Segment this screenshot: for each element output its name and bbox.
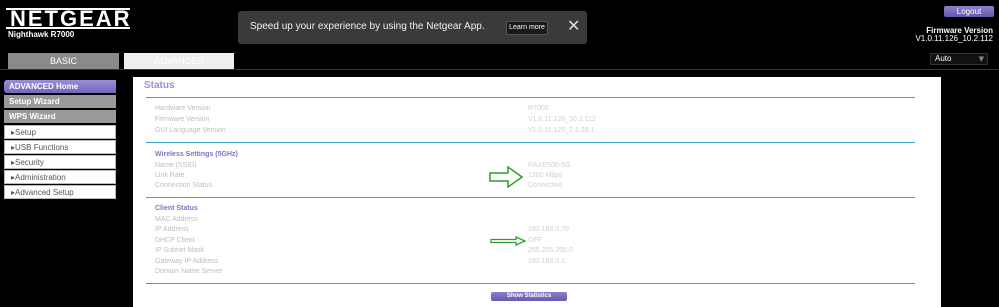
sidebar-item-label: USB Functions — [15, 143, 69, 152]
learn-more-button[interactable]: Learn more — [506, 21, 548, 35]
language-select-value: Auto — [935, 54, 952, 63]
ssid-value: RAXE500-5G — [528, 162, 571, 169]
chevron-down-icon: ▼ — [978, 55, 984, 63]
mac-address-label: MAC Address — [155, 216, 198, 223]
sidebar-item-security[interactable]: ▸Security — [4, 155, 116, 169]
section-divider — [146, 142, 915, 143]
show-statistics-button[interactable]: Show Statistics — [491, 292, 567, 301]
gateway-ip-value: 192.168.0.1 — [528, 258, 565, 265]
language-select[interactable]: Auto ▼ — [930, 53, 988, 65]
toast-message: Speed up your experience by using the Ne… — [250, 21, 485, 32]
status-panel: Status Hardware Version R7000 Firmware V… — [133, 77, 941, 307]
sidebar-item-label: Administration — [15, 173, 66, 182]
firmware-version-label: Firmware Version — [155, 116, 210, 123]
page-title: Status — [144, 80, 175, 91]
firmware-version-row-value: V1.0.11.126_10.2.112 — [528, 116, 596, 123]
header-divider — [0, 69, 999, 70]
ip-address-label: IP Address — [155, 226, 189, 233]
sidebar-item-label: Security — [15, 158, 44, 167]
client-section-title: Client Status — [155, 205, 198, 212]
sidebar-item-wps-wizard[interactable]: WPS Wizard — [4, 110, 116, 123]
sidebar: ADVANCED Home Setup Wizard WPS Wizard ▸S… — [4, 80, 116, 200]
close-icon[interactable]: ✕ — [567, 18, 580, 34]
sidebar-item-advanced-setup[interactable]: ▸Advanced Setup — [4, 185, 116, 199]
dns-label: Domain Name Server — [155, 268, 223, 275]
ip-address-value: 192.168.0.70 — [528, 226, 569, 233]
sidebar-item-setup[interactable]: ▸Setup — [4, 125, 116, 139]
sidebar-item-label: Advanced Setup — [15, 188, 74, 197]
dhcp-client-label: DHCP Client — [155, 237, 195, 244]
netgear-logo: NETGEAR — [10, 6, 132, 31]
gateway-ip-label: Gateway IP Address — [155, 258, 219, 265]
sidebar-item-usb-functions[interactable]: ▸USB Functions — [4, 140, 116, 154]
dhcp-client-value: OFF — [528, 237, 542, 244]
wireless-section-title: Wireless Settings (5GHz) — [155, 151, 238, 158]
gui-language-version-label: GUI Language Version — [155, 127, 226, 134]
gui-language-version-value: V1.0.11.120_2.1.38.1 — [528, 127, 595, 134]
logo-bottom-bar — [6, 27, 130, 29]
ssid-label: Name (SSID) — [155, 162, 197, 169]
hardware-version-value: R7000 — [528, 105, 549, 112]
sidebar-item-label: Setup — [15, 128, 36, 137]
model-name: Nighthawk R7000 — [8, 30, 75, 39]
annotation-arrow-icon — [489, 166, 523, 188]
app-promo-toast: Speed up your experience by using the Ne… — [238, 11, 587, 44]
logout-button[interactable]: Logout — [944, 6, 994, 17]
hardware-version-label: Hardware Version — [155, 105, 211, 112]
subnet-mask-value: 255.255.255.0 — [528, 247, 573, 254]
section-divider — [146, 97, 915, 98]
firmware-version-value: V1.0.11.126_10.2.112 — [915, 34, 993, 43]
tab-basic[interactable]: BASIC — [8, 53, 119, 70]
sidebar-item-advanced-home[interactable]: ADVANCED Home — [4, 80, 116, 93]
connection-status-value: Connected — [528, 182, 562, 189]
link-rate-value: 1300 Mbps — [528, 172, 563, 179]
subnet-mask-label: IP Subnet Mask — [155, 247, 205, 254]
link-rate-label: Link Rate — [155, 172, 185, 179]
router-admin-page: NETGEAR Nighthawk R7000 Speed up your ex… — [0, 0, 999, 307]
tab-advanced[interactable]: ADVANCED — [124, 53, 234, 70]
section-divider — [146, 283, 915, 284]
annotation-arrow-icon — [490, 236, 526, 246]
section-divider — [146, 197, 915, 198]
sidebar-item-administration[interactable]: ▸Administration — [4, 170, 116, 184]
sidebar-item-setup-wizard[interactable]: Setup Wizard — [4, 95, 116, 108]
connection-status-label: Connection Status — [155, 182, 213, 189]
